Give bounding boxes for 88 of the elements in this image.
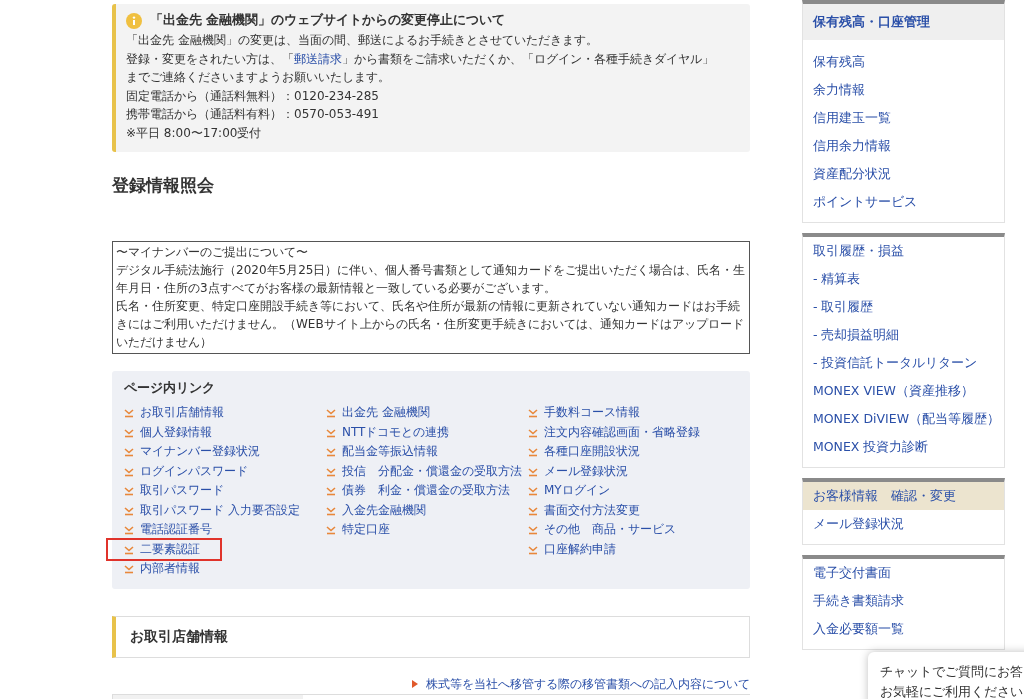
page-link[interactable]: ログインパスワード — [124, 461, 326, 481]
notice-text: 」から書類をご請求いただくか、「ログイン・各種手続きダイヤル」 — [342, 51, 714, 66]
chevron-down-icon — [528, 447, 538, 457]
chevron-down-icon — [124, 447, 134, 457]
notice-text: 登録・変更をされたい方は、「 — [126, 51, 294, 66]
sidebar-link[interactable]: ポイントサービス — [803, 188, 1004, 216]
sidebar-link[interactable]: - 投資信託トータルリターン — [803, 349, 1004, 377]
chevron-down-icon — [528, 505, 538, 516]
chat-text: チャットでご質問にお答 — [880, 663, 1024, 681]
page-link[interactable]: メール登録状況 — [528, 461, 738, 481]
notice-text: 氏名・住所変更、特定口座開設手続き等において、氏名や住所が最新の情報に更新されていない通知カードはお手続きにはご利用いただけません。（WEBサイト上からの氏名・住所変更手続きにおいては、通知カードはアップロードいただけません） — [116, 298, 745, 351]
sidebar-link[interactable]: - 精算表 — [803, 265, 1004, 293]
page-link[interactable]: 債券 利金・償還金の受取方法 — [326, 481, 528, 501]
chevron-down-icon — [528, 486, 538, 496]
chevron-down-icon — [528, 466, 538, 477]
page-link[interactable]: 取引パスワード 入力要否設定 — [124, 500, 326, 520]
notice-text: ※平日 8:00〜17:00受付 — [126, 124, 262, 142]
page-link[interactable]: 投信 分配金・償還金の受取方法 — [326, 461, 528, 481]
sidebar-link[interactable]: 入金必要額一覧 — [803, 615, 1004, 643]
sidebar-link[interactable]: 手続き書類請求 — [803, 587, 1004, 615]
chevron-down-icon — [124, 564, 134, 574]
page-link[interactable]: 個人登録情報 — [124, 422, 326, 442]
page-link[interactable]: MYログイン — [528, 481, 738, 501]
transfer-docs-link[interactable]: 株式等を当社へ移管する際の移管書類への記入内容について — [426, 675, 750, 692]
sidebar-link[interactable]: - 売却損益明細 — [803, 321, 1004, 349]
chevron-down-icon — [124, 525, 134, 535]
chevron-down-icon — [528, 544, 538, 555]
mail-request-link[interactable]: 郵送請求 — [294, 51, 342, 66]
page-link[interactable]: NTTドコモとの連携 — [326, 422, 528, 442]
page-link[interactable]: 二要素認証 — [106, 537, 222, 561]
chevron-down-icon — [326, 466, 336, 477]
chevron-down-icon — [528, 525, 538, 535]
sidebar-link[interactable]: メール登録状況 — [803, 510, 1004, 538]
sidebar-link[interactable]: 取引履歴・損益 — [803, 237, 1004, 265]
chevron-down-icon — [528, 427, 538, 438]
chevron-down-icon — [124, 486, 134, 496]
sidebar-link[interactable]: 保有残高 — [803, 48, 1004, 76]
sidebar-link[interactable]: 信用余力情報 — [803, 132, 1004, 160]
notice-title: 「出金先 金融機関」のウェブサイトからの変更停止について — [150, 12, 506, 29]
page-link[interactable]: 特定口座 — [326, 520, 528, 540]
notice-text: までご連絡くださいますようお願いいたします。 — [126, 69, 390, 86]
page-link[interactable]: マイナンバー登録状況 — [124, 442, 326, 462]
notice-text: 〜マイナンバーのご提出について〜 — [116, 244, 309, 261]
sidebar-header[interactable]: 保有残高・口座管理 — [803, 4, 1004, 40]
sidebar-link[interactable]: - 取引履歴 — [803, 293, 1004, 321]
page-title: 登録情報照会 — [112, 174, 215, 197]
section-header: お取引店舗情報 — [112, 615, 750, 658]
chevron-down-icon — [326, 505, 336, 516]
page-link[interactable]: 内部者情報 — [124, 559, 326, 579]
chat-text: お気軽にご利用ください — [880, 683, 1024, 699]
page-link[interactable]: 電話認証番号 — [124, 520, 326, 540]
chevron-down-icon — [326, 427, 336, 438]
sidebar-link[interactable]: MONEX VIEW（資産推移） — [803, 377, 1004, 405]
page-link[interactable]: 注文内容確認画面・省略登録 — [528, 422, 738, 442]
notice-text: 携帯電話から（通話料有料）：0570-053-491 — [126, 106, 379, 123]
sidebar-link[interactable]: 信用建玉一覧 — [803, 104, 1004, 132]
chevron-down-icon — [124, 427, 134, 438]
page-link[interactable]: 口座解約申請 — [528, 539, 738, 559]
sidebar-link[interactable]: MONEX DiVIEW（配当等履歴） — [803, 405, 1004, 433]
chevron-down-icon — [528, 408, 538, 418]
page-link[interactable]: 取引パスワード — [124, 481, 326, 501]
chevron-down-icon — [326, 447, 336, 457]
chevron-down-icon — [124, 505, 134, 516]
notice-text: 固定電話から（通話料無料）：0120-234-285 — [126, 87, 379, 105]
triangle-right-icon — [412, 679, 418, 688]
chevron-down-icon — [326, 486, 336, 496]
page-link[interactable]: その他 商品・サービス — [528, 520, 738, 540]
chevron-down-icon — [124, 408, 134, 418]
sidebar-link[interactable]: MONEX 投資力診断 — [803, 433, 1004, 461]
page-link[interactable]: 入金先金融機関 — [326, 500, 528, 520]
notice-text: デジタル手続法施行（2020年5月25日）に伴い、個人番号書類として通知カードをご提出いただく場合は、氏名・生年月日・住所の3点すべてがお客様の最新情報と一致している必要がございます。 — [116, 262, 746, 297]
page-link[interactable]: 書面交付方法変更 — [528, 500, 738, 520]
page-link[interactable]: 出金先 金融機関 — [326, 403, 528, 423]
page-link[interactable]: お取引店舗情報 — [124, 403, 326, 423]
page-link[interactable]: 手数料コース情報 — [528, 403, 738, 423]
sidebar-link[interactable]: 余力情報 — [803, 76, 1004, 104]
page-link[interactable]: 各種口座開設状況 — [528, 442, 738, 462]
sidebar-link[interactable]: お客様情報 確認・変更 — [803, 482, 1004, 510]
sidebar-link[interactable]: 資産配分状況 — [803, 160, 1004, 188]
panel-title: ページ内リンク — [124, 380, 216, 397]
chevron-down-icon — [326, 525, 336, 535]
chevron-down-icon — [124, 466, 134, 477]
notice-text: 「出金先 金融機関」の変更は、当面の間、郵送によるお手続きとさせていただきます。 — [126, 32, 598, 49]
chevron-down-icon — [124, 544, 134, 555]
sidebar-link[interactable]: 電子交付書面 — [803, 559, 1004, 587]
chevron-down-icon — [326, 408, 336, 418]
info-icon — [126, 12, 142, 29]
page-link[interactable]: 配当金等振込情報 — [326, 442, 528, 462]
